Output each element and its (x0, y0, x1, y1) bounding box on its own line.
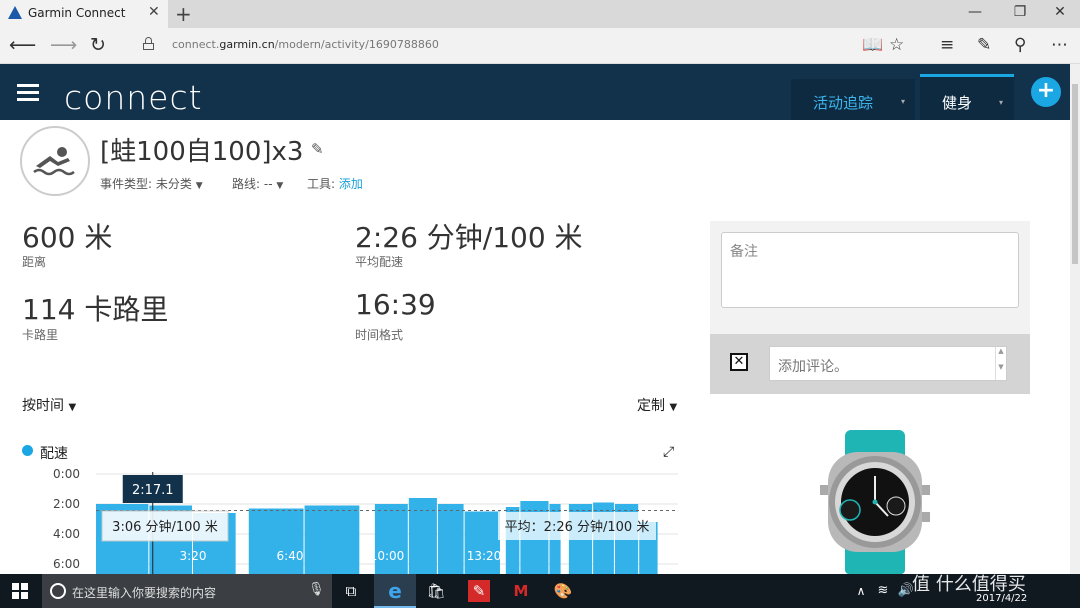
cortana-icon (50, 583, 66, 599)
reading-view-icon[interactable]: 📖 (862, 35, 883, 55)
swimming-icon (20, 126, 90, 196)
connect-logo[interactable]: connect (64, 78, 203, 117)
cursor-value-label: 3:06 分钟/100 米 (112, 519, 218, 535)
share-icon[interactable]: ⚲ (1014, 35, 1026, 55)
browser-tab-bar: Garmin Connect ✕ + — ❐ ✕ (0, 0, 1080, 28)
url-field[interactable]: connect.garmin.cn/modern/activity/169078… (172, 38, 439, 51)
watch-image (820, 430, 930, 574)
tool-field: 工具: 添加 (307, 177, 363, 191)
activity-title: [蛙100自100]x3 (100, 137, 304, 167)
x-tick-label: 13:20 (467, 549, 502, 563)
microphone-icon[interactable]: 🎙 (308, 582, 325, 597)
route-selector[interactable]: 路线: -- ▼ (232, 175, 283, 192)
legend-dot (22, 445, 33, 456)
comment-area: ✕ 添加评论。 ▲ ▼ (710, 334, 1030, 394)
edge-taskbar-item[interactable]: e (374, 574, 416, 608)
task-view-icon[interactable]: ⧉ (338, 579, 364, 603)
nav-fitness-label: 健身 (942, 94, 973, 112)
y-tick-label: 4:00 (53, 527, 80, 541)
y-tick-label: 2:00 (53, 497, 80, 511)
lock-icon (143, 37, 154, 50)
forward-icon[interactable]: ⟶ (50, 34, 77, 56)
avg-pace-value: 2:26 分钟/100 米 (355, 221, 583, 254)
browser-tab[interactable]: Garmin Connect ✕ (0, 0, 168, 28)
legend-label: 配速 (40, 446, 68, 462)
pace-bar (408, 498, 437, 574)
pace-chart[interactable]: 0:00 2:00 4:00 6:00 3:20 6:40 10:00 13:20 2:17.1… (0, 462, 700, 574)
comment-scrollbar[interactable]: ▲ ▼ (995, 347, 1006, 380)
nav-activity-tracking[interactable]: 活动追踪 ▾ (791, 79, 915, 120)
customize-dropdown[interactable]: 定制 ▼ (637, 395, 677, 415)
avg-pace-label: 平均配速 (355, 255, 404, 269)
time-label: 时间格式 (355, 328, 404, 342)
distance-label: 距离 (22, 255, 47, 269)
event-type-selector[interactable]: 事件类型: 未分类 ▼ (100, 175, 203, 192)
y-tick-label: 6:00 (53, 557, 80, 571)
comment-placeholder: 添加评论。 (778, 359, 848, 375)
site-header: connect 活动追踪 ▾ 健身 ▾ + (0, 64, 1070, 120)
notes-field[interactable]: 备注 (721, 232, 1019, 308)
page-scrollbar[interactable] (1070, 64, 1080, 574)
cursor-time-label: 2:17.1 (132, 483, 174, 498)
comment-input[interactable]: 添加评论。 ▲ ▼ (769, 346, 1007, 381)
taskbar-search[interactable]: 在这里输入你要搜索的内容 🎙 (42, 574, 332, 608)
windows-start-icon[interactable] (12, 583, 28, 599)
nav-fitness[interactable]: 健身 ▾ (920, 74, 1014, 120)
notes-panel: 备注 ✕ 添加评论。 ▲ ▼ (710, 221, 1030, 394)
add-tool-link[interactable]: 添加 (339, 177, 363, 191)
minimize-button[interactable]: — (960, 4, 990, 20)
hub-icon[interactable]: ≡ (940, 35, 954, 55)
x-tick-label: 3:20 (180, 549, 207, 563)
caret-down-icon: ▼ (276, 181, 284, 191)
favorite-star-icon[interactable]: ☆ (889, 35, 904, 55)
paint-icon[interactable]: 🎨 (550, 579, 576, 603)
x-tick-label: 10:00 (370, 549, 405, 563)
by-time-dropdown[interactable]: 按时间 ▼ (22, 395, 76, 415)
notes-placeholder: 备注 (730, 244, 758, 260)
web-note-icon[interactable]: ✎ (977, 35, 991, 55)
add-button[interactable]: + (1031, 77, 1061, 107)
pace-bar (374, 504, 408, 574)
pace-bar (464, 511, 500, 574)
chevron-down-icon: ▾ (901, 97, 906, 106)
more-icon[interactable]: ⋯ (1051, 35, 1068, 55)
average-label: 平均：2:26 分钟/100 米 (505, 519, 650, 535)
new-tab-button[interactable]: + (175, 2, 192, 26)
search-placeholder: 在这里输入你要搜索的内容 (72, 586, 217, 600)
caret-down-icon: ▼ (195, 181, 203, 191)
close-icon[interactable]: ✕ (730, 353, 748, 371)
mcafee-icon[interactable]: M (508, 579, 534, 603)
maximize-button[interactable]: ❐ (1005, 4, 1035, 20)
refresh-icon[interactable]: ↻ (90, 34, 106, 56)
calories-value: 114 卡路里 (22, 293, 169, 326)
calories-label: 卡路里 (22, 328, 59, 342)
pace-bar (437, 504, 464, 574)
tab-close-icon[interactable]: ✕ (148, 4, 160, 20)
store-icon[interactable]: 🛍 (423, 579, 449, 603)
window-close-button[interactable]: ✕ (1045, 4, 1075, 20)
pencil-icon[interactable]: ✎ (311, 140, 324, 158)
y-tick-label: 0:00 (53, 467, 80, 481)
x-tick-label: 6:40 (277, 549, 304, 563)
edge-icon: e (388, 579, 402, 603)
hamburger-menu-icon[interactable] (17, 84, 39, 101)
app-red-icon[interactable]: ✎ (468, 580, 490, 602)
distance-value: 600 米 (22, 221, 113, 254)
garmin-logo-icon (8, 6, 22, 19)
time-value: 16:39 (355, 288, 436, 321)
caret-down-icon: ▼ (68, 402, 77, 413)
address-bar: ⟵ ⟶ ↻ connect.garmin.cn/modern/activity/… (0, 28, 1080, 64)
back-icon[interactable]: ⟵ (9, 34, 36, 56)
expand-icon[interactable]: ⤢ (663, 444, 674, 460)
caret-down-icon: ▼ (669, 402, 678, 413)
chevron-down-icon: ▾ (999, 98, 1004, 107)
nav-activity-label: 活动追踪 (813, 94, 874, 112)
pace-bar (248, 508, 304, 574)
pace-bar (304, 505, 360, 574)
tab-title: Garmin Connect (28, 6, 126, 20)
taskbar-date: 2017/4/22 (976, 593, 1028, 604)
